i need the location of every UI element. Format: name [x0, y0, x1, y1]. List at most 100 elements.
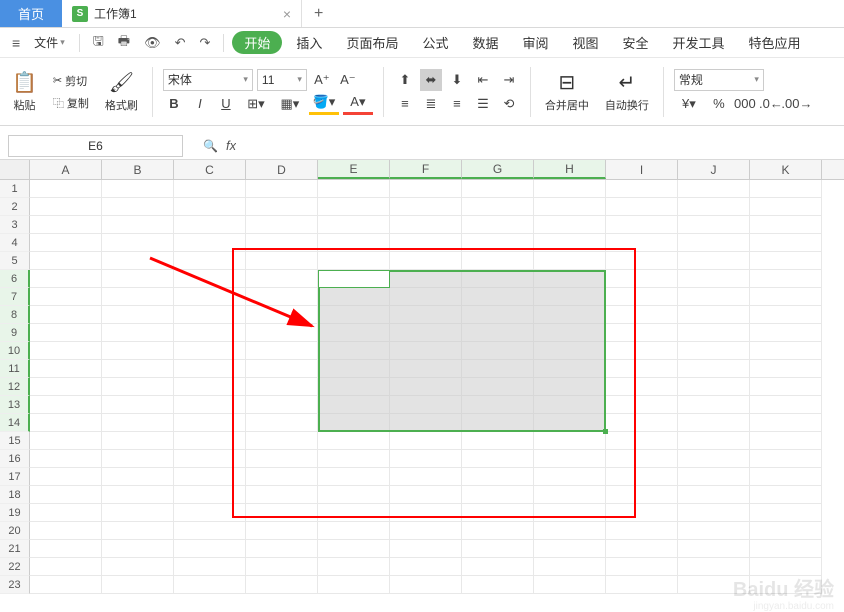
cell[interactable] [390, 324, 462, 342]
select-all-corner[interactable] [0, 160, 30, 179]
cell[interactable] [606, 306, 678, 324]
cell[interactable] [318, 234, 390, 252]
cell[interactable] [174, 432, 246, 450]
cell[interactable] [174, 522, 246, 540]
cell[interactable] [534, 234, 606, 252]
row-header[interactable]: 14 [0, 414, 30, 432]
font-size-combo[interactable]: 11▾ [257, 69, 307, 91]
cell[interactable] [174, 450, 246, 468]
cell[interactable] [390, 234, 462, 252]
align-right-icon[interactable]: ≡ [446, 93, 468, 115]
row-header[interactable]: 15 [0, 432, 30, 450]
cell[interactable] [462, 306, 534, 324]
row-header[interactable]: 3 [0, 216, 30, 234]
border-icon[interactable]: ⊞▾ [241, 93, 271, 115]
cell[interactable] [30, 540, 102, 558]
cell[interactable] [30, 252, 102, 270]
cell[interactable] [678, 432, 750, 450]
column-header[interactable]: A [30, 160, 102, 179]
cell[interactable] [246, 198, 318, 216]
tab-view[interactable]: 视图 [563, 33, 609, 52]
cell[interactable] [246, 342, 318, 360]
cell[interactable] [174, 504, 246, 522]
cell[interactable] [174, 576, 246, 594]
cell[interactable] [750, 540, 822, 558]
align-center-icon[interactable]: ≣ [420, 93, 442, 115]
row-header[interactable]: 22 [0, 558, 30, 576]
name-box[interactable]: E6 [8, 135, 183, 157]
cell[interactable] [606, 522, 678, 540]
cell[interactable] [606, 576, 678, 594]
cell[interactable] [30, 234, 102, 252]
cell[interactable] [534, 540, 606, 558]
cell[interactable] [606, 216, 678, 234]
cell[interactable] [750, 306, 822, 324]
paste-button[interactable]: 📋 粘贴 [8, 68, 41, 115]
cell[interactable] [102, 486, 174, 504]
cell[interactable] [462, 396, 534, 414]
tab-data[interactable]: 数据 [462, 33, 508, 52]
cell[interactable] [102, 288, 174, 306]
cell[interactable] [606, 450, 678, 468]
cell[interactable] [462, 540, 534, 558]
row-header[interactable]: 2 [0, 198, 30, 216]
row-header[interactable]: 6 [0, 270, 30, 288]
cell[interactable] [246, 324, 318, 342]
cell[interactable] [606, 486, 678, 504]
column-header[interactable]: J [678, 160, 750, 179]
cell[interactable] [174, 468, 246, 486]
decrease-font-icon[interactable]: A⁻ [337, 69, 359, 91]
cell[interactable] [750, 360, 822, 378]
cell[interactable] [606, 504, 678, 522]
cell[interactable] [102, 324, 174, 342]
cell[interactable] [390, 360, 462, 378]
cell[interactable] [678, 414, 750, 432]
cell[interactable] [750, 450, 822, 468]
tab-review[interactable]: 审阅 [512, 33, 558, 52]
cell[interactable] [174, 414, 246, 432]
cell[interactable] [534, 486, 606, 504]
cell[interactable] [246, 540, 318, 558]
cell[interactable] [678, 396, 750, 414]
cell[interactable] [318, 432, 390, 450]
cell[interactable] [462, 522, 534, 540]
bold-icon[interactable]: B [163, 93, 185, 115]
cell[interactable] [534, 558, 606, 576]
currency-icon[interactable]: ¥▾ [674, 93, 704, 115]
cell[interactable] [678, 450, 750, 468]
cell[interactable] [174, 324, 246, 342]
cell[interactable] [246, 378, 318, 396]
row-header[interactable]: 13 [0, 396, 30, 414]
cell[interactable] [390, 288, 462, 306]
cell[interactable] [606, 468, 678, 486]
cell[interactable] [462, 486, 534, 504]
cell[interactable] [102, 540, 174, 558]
column-header[interactable]: B [102, 160, 174, 179]
cell[interactable] [606, 540, 678, 558]
cell[interactable] [390, 414, 462, 432]
cell[interactable] [390, 432, 462, 450]
align-bottom-icon[interactable]: ⬇ [446, 69, 468, 91]
row-header[interactable]: 21 [0, 540, 30, 558]
cell[interactable] [462, 360, 534, 378]
cell[interactable] [678, 252, 750, 270]
align-top-icon[interactable]: ⬆ [394, 69, 416, 91]
cell[interactable] [318, 414, 390, 432]
cell[interactable] [30, 558, 102, 576]
cell[interactable] [174, 558, 246, 576]
cell[interactable] [102, 252, 174, 270]
cell[interactable] [318, 576, 390, 594]
cell[interactable] [678, 306, 750, 324]
cell[interactable] [102, 216, 174, 234]
cell[interactable] [750, 198, 822, 216]
cell[interactable] [30, 468, 102, 486]
font-name-combo[interactable]: 宋体▾ [163, 69, 253, 91]
cell[interactable] [246, 288, 318, 306]
cell[interactable] [246, 396, 318, 414]
cell[interactable] [390, 396, 462, 414]
cell[interactable] [534, 432, 606, 450]
cell[interactable] [246, 522, 318, 540]
cell[interactable] [390, 306, 462, 324]
cell[interactable] [606, 558, 678, 576]
cell[interactable] [390, 576, 462, 594]
